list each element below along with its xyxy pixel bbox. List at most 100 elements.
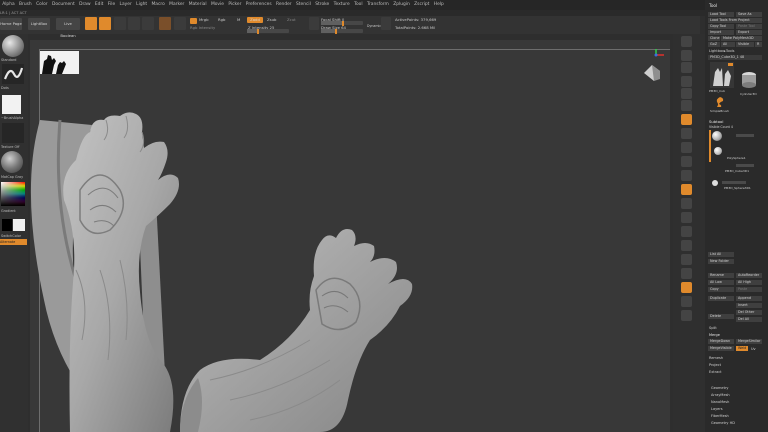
axis-gizmo-icon[interactable] [642, 49, 668, 89]
split-header[interactable]: Split [709, 326, 717, 330]
matcap-icon[interactable] [1, 151, 23, 173]
r-button[interactable]: R [755, 42, 762, 47]
menu-item[interactable]: Picker [228, 2, 241, 7]
merge-visible-button[interactable]: MergeVisible [708, 346, 734, 351]
menu-item[interactable]: Help [434, 2, 444, 7]
move-mode-icon[interactable] [114, 17, 126, 30]
append-button[interactable]: Append [736, 296, 762, 301]
lightbox-tools-label[interactable]: Lightbox▸Tools [709, 49, 734, 53]
menu-item[interactable]: Texture [334, 2, 350, 7]
alternate-button[interactable]: Alternate [0, 239, 27, 245]
mrgb-label[interactable]: Mrgb [199, 17, 209, 22]
copy-button[interactable]: Copy [708, 287, 734, 292]
m-label[interactable]: M [237, 17, 240, 22]
remesh-header[interactable]: Remesh [709, 356, 723, 360]
del-all-button[interactable]: Del All [736, 317, 762, 322]
rename-button[interactable]: Rename [708, 273, 734, 278]
right-shelf-button-icon[interactable] [681, 114, 692, 125]
menu-item[interactable]: Alpha [2, 2, 14, 7]
menu-item[interactable]: Preferences [246, 2, 272, 7]
menu-item[interactable]: File [108, 2, 115, 7]
nanomesh-header[interactable]: NanoMesh [711, 400, 729, 404]
subtool-sphere-icon[interactable] [712, 131, 722, 141]
visible-button[interactable]: Visible [736, 42, 754, 47]
right-shelf-button-icon[interactable] [681, 36, 692, 47]
geometry-header[interactable]: Geometry [711, 386, 728, 390]
right-shelf-button-icon[interactable] [681, 184, 692, 195]
right-shelf-button-icon[interactable] [681, 100, 692, 111]
right-shelf-button-icon[interactable] [681, 268, 692, 279]
menu-item[interactable]: Render [276, 2, 292, 7]
menu-item[interactable]: Document [52, 2, 75, 7]
merge-similar-button[interactable]: MergeSimilar [736, 339, 762, 344]
list-all-button[interactable]: List All [708, 252, 734, 257]
make-polymesh-button[interactable]: Make PolyMesh3D [721, 36, 762, 41]
main-color-swatch[interactable] [2, 219, 12, 231]
menu-item[interactable]: Color [36, 2, 47, 7]
tool-thumb-hands-icon[interactable] [710, 62, 734, 88]
subtool3-sphere-icon[interactable] [712, 180, 718, 186]
material-swatch-icon[interactable] [159, 17, 171, 30]
geometry-hd-header[interactable]: Geometry HD [711, 421, 735, 425]
insert-button[interactable]: Insert [736, 303, 762, 308]
lightbox-button[interactable]: LightBox [28, 18, 50, 30]
simple-brush-icon[interactable] [714, 96, 726, 108]
fibermesh-header[interactable]: FiberMesh [711, 414, 729, 418]
menu-item[interactable]: Tool [354, 2, 363, 7]
right-shelf-button-icon[interactable] [681, 296, 692, 307]
goz-button[interactable]: GoZ [708, 42, 720, 47]
z-intensity-slider[interactable] [247, 28, 289, 34]
menu-item[interactable]: Brush [19, 2, 32, 7]
subtool-eye-toggle[interactable] [736, 134, 754, 137]
copy-tool-button[interactable]: Copy Tool [708, 24, 734, 29]
standard-brush-icon[interactable] [2, 35, 24, 57]
right-shelf-button-icon[interactable] [681, 142, 692, 153]
spherical-icon[interactable] [174, 17, 186, 30]
reference-image[interactable] [40, 51, 79, 74]
subtool2-eye-toggle[interactable] [736, 164, 754, 167]
uv-toggle[interactable]: Uv [751, 347, 756, 351]
paste-button[interactable]: Paste [736, 287, 762, 292]
menu-item[interactable]: Edit [95, 2, 104, 7]
right-shelf-button-icon[interactable] [681, 212, 692, 223]
save-as-button[interactable]: Save As [736, 12, 762, 17]
a-toggle[interactable] [190, 18, 197, 24]
tool-title[interactable]: Tool [709, 3, 717, 8]
right-shelf-button-icon[interactable] [681, 128, 692, 139]
transp-icon[interactable] [381, 17, 391, 30]
all-button[interactable]: All [721, 42, 735, 47]
secondary-color-swatch[interactable] [13, 219, 25, 231]
subtool-header[interactable]: Subtool [709, 119, 723, 124]
menu-item[interactable]: Material [189, 2, 207, 7]
menu-item[interactable]: Transform [367, 2, 389, 7]
delete-button[interactable]: Delete [708, 314, 734, 319]
tool-thumb-cylinder-icon[interactable] [738, 70, 760, 90]
del-other-button[interactable]: Del Other [736, 310, 762, 315]
import-button[interactable]: Import [708, 30, 734, 35]
menu-item[interactable]: Macro [152, 2, 165, 7]
merge-down-button[interactable]: MergeDown [708, 339, 734, 344]
document-canvas[interactable] [30, 40, 670, 432]
brush-alpha-icon[interactable] [2, 95, 21, 114]
sculpt-model[interactable] [30, 40, 670, 432]
menu-item[interactable]: Draw [79, 2, 90, 7]
right-shelf-button-icon[interactable] [681, 50, 692, 61]
clone-button[interactable]: Clone [708, 36, 720, 41]
scale-mode-icon[interactable] [128, 17, 140, 30]
layers-header[interactable]: Layers [711, 407, 723, 411]
switch-color-label[interactable]: SwitchColor [1, 234, 21, 238]
project-header[interactable]: Project [709, 363, 721, 367]
draw-mode-icon[interactable] [99, 17, 111, 30]
right-shelf-button-icon[interactable] [681, 198, 692, 209]
weld-toggle[interactable]: Weld [736, 346, 748, 351]
arraymesh-header[interactable]: ArrayMesh [711, 393, 730, 397]
menu-item[interactable]: Zscript [414, 2, 429, 7]
right-shelf-button-icon[interactable] [681, 76, 692, 87]
export-button[interactable]: Export [736, 30, 762, 35]
merge-header[interactable]: Merge [709, 333, 720, 337]
stroke-dots-icon[interactable] [2, 64, 24, 84]
rotate-mode-icon[interactable] [142, 17, 154, 30]
edit-mode-icon[interactable] [85, 17, 97, 30]
right-shelf-button-icon[interactable] [681, 310, 692, 321]
live-boolean-button[interactable]: Live Boolean [56, 18, 80, 38]
